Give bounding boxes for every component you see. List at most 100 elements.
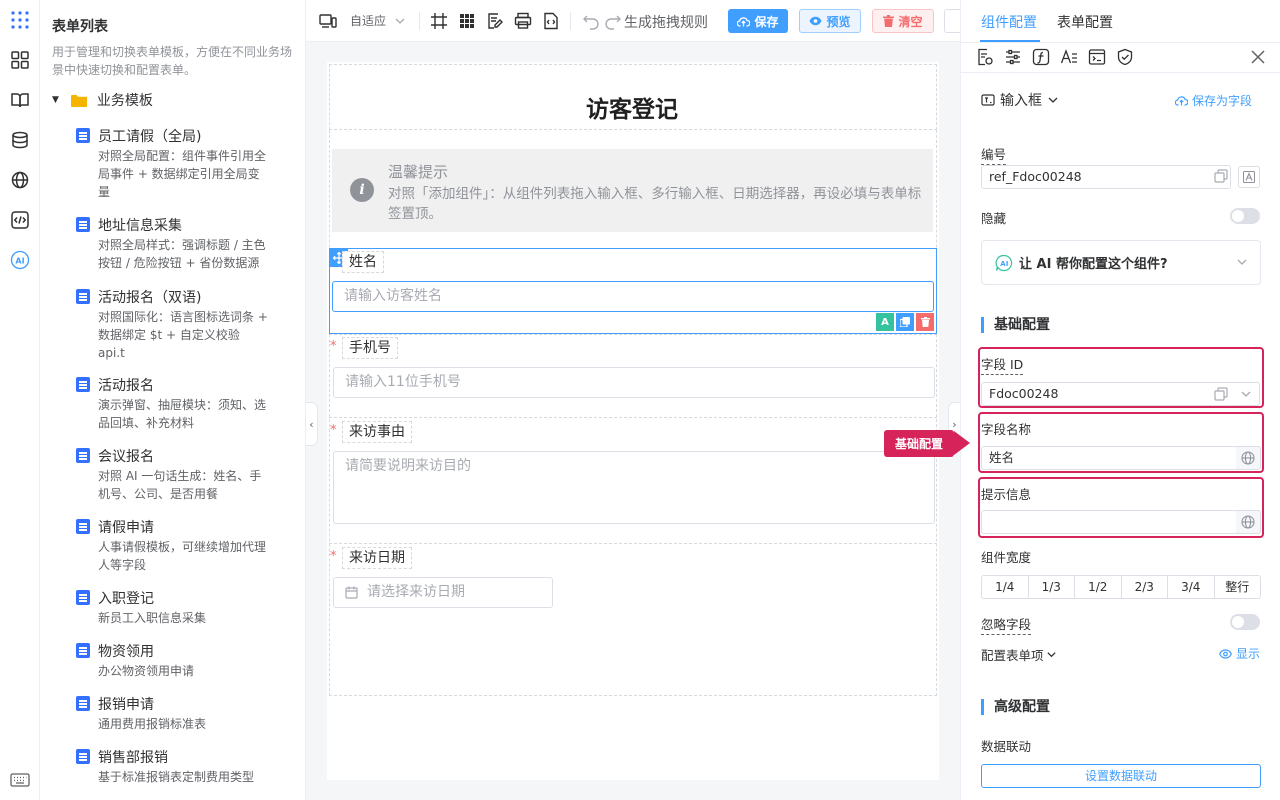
save-button[interactable]: 保存 [728,9,788,33]
reason-textarea[interactable]: 请简要说明来访目的 [333,451,935,524]
ai-action-icon[interactable]: A [876,313,894,331]
redo-icon[interactable] [604,12,622,30]
template-description: 对照国际化：语言图标选词条 + 数据绑定 $t + 自定义校验 api.t [98,310,268,360]
set-linkage-button[interactable]: 设置数据联动 [981,764,1261,788]
visit-date-picker[interactable]: 请选择来访日期 [333,577,553,608]
ai-config-prompt[interactable]: AI 让 AI 帮你配置这个组件? [981,240,1261,285]
field-name-input[interactable]: 姓名 [981,446,1237,470]
shield-icon[interactable] [1116,48,1134,66]
book-icon[interactable] [8,88,32,112]
generate-rule-button[interactable]: 生成拖拽规则 [624,12,708,32]
document-icon [76,289,90,304]
document-icon [76,749,90,764]
globe-icon[interactable] [1236,510,1261,534]
database-icon[interactable] [8,128,32,152]
document-icon [76,590,90,605]
ai-icon: AI [995,254,1013,272]
field-label: 来访事由 [342,421,412,443]
icon-rail: AI [0,0,40,800]
layout-mode-select[interactable]: 自适应 [350,12,406,29]
show-link[interactable]: 显示 [1219,645,1260,662]
copy-icon[interactable] [1214,169,1228,183]
basic-config-heading: 基础配置 [981,317,1050,333]
frame-icon[interactable] [430,12,448,30]
code-doc-icon[interactable] [542,12,560,30]
sliders-icon[interactable] [1004,48,1022,66]
clear-button[interactable]: 清空 [872,9,934,33]
apps-grid-icon[interactable] [8,8,32,32]
folder-label: 业务模板 [96,93,153,109]
width-option[interactable]: 2/3 [1122,576,1168,598]
components-icon[interactable] [8,48,32,72]
field-actions: A [876,313,934,331]
print-icon[interactable] [514,12,532,30]
form-item-config[interactable]: 配置表单项 [981,645,1057,664]
caret-down-icon: ▼ [52,95,59,105]
chevron-down-icon[interactable] [1240,388,1252,400]
hidden-toggle[interactable] [1230,208,1260,224]
form-canvas[interactable]: 访客登记 i 温馨提示 对照「添加组件」：从组件列表拖入输入框、多行输入框、日期… [327,62,939,780]
width-option[interactable]: 3/4 [1168,576,1215,598]
globe-icon[interactable] [1236,446,1261,470]
basic-config-callout: 基础配置 [884,430,970,457]
props-doc-icon[interactable] [976,48,994,66]
globe-icon[interactable] [8,168,32,192]
form-designer: 自适应 生成拖拽规则 保存 预览 清空 访客登记 i 温馨提示 对照「添加组件」… [306,0,960,800]
edit-doc-icon[interactable] [486,12,504,30]
tab-form-config[interactable]: 表单配置 [1057,12,1113,32]
calendar-icon [345,586,358,599]
selected-field-name[interactable]: 姓名 请输入访客姓名 A [329,248,937,334]
save-label: 保存 [754,14,779,29]
tab-component-config[interactable]: 组件配置 [981,12,1037,32]
close-icon[interactable] [1249,48,1267,66]
ignore-toggle[interactable] [1230,614,1260,630]
grid-icon[interactable] [458,12,476,30]
tip-alert[interactable]: i 温馨提示 对照「添加组件」：从组件列表拖入输入框、多行输入框、日期选择器，再… [332,149,933,232]
save-as-field-button[interactable]: 保存为字段 [1175,92,1252,109]
chevron-down-icon [1236,256,1248,268]
template-description: 办公物资领用申请 [98,664,195,678]
required-mark: * [330,339,337,354]
width-option[interactable]: 1/4 [982,576,1029,598]
chevron-down-icon [1046,649,1057,660]
template-name: 销售部报销 [98,750,168,766]
width-option[interactable]: 1/3 [1029,576,1075,598]
undo-icon[interactable] [582,12,600,30]
cloud-upload-icon [1175,95,1188,106]
folder-icon [70,94,87,107]
device-icon[interactable] [319,12,337,30]
width-label: 组件宽度 [981,550,1032,565]
template-name: 地址信息采集 [98,218,182,234]
more-button[interactable] [944,9,960,33]
document-icon [76,519,90,534]
copy-icon[interactable] [1214,387,1228,401]
font-icon[interactable] [1238,166,1260,188]
cloud-icon [737,16,751,27]
script-icon[interactable] [1088,48,1106,66]
template-description: 新员工入职信息采集 [98,611,207,625]
template-name: 员工请假（全局) [98,129,202,145]
field-id-label: 字段 ID [981,354,1024,375]
text-style-icon[interactable] [1060,48,1078,66]
code-icon[interactable] [8,208,32,232]
hint-input[interactable] [981,510,1237,534]
collapse-left-button[interactable]: ‹ [306,402,318,446]
function-icon[interactable] [1032,48,1050,66]
preview-button[interactable]: 预览 [799,9,861,33]
folder-business-templates[interactable]: ▼ 业务模板 [52,90,153,110]
visitor-name-input[interactable]: 请输入访客姓名 [332,281,934,312]
phone-input[interactable]: 请输入11位手机号 [333,367,935,398]
ai-icon[interactable]: AI [8,248,32,272]
save-as-field-label: 保存为字段 [1192,94,1253,108]
template-name: 活动报名（双语) [98,290,202,306]
eye-icon [809,16,822,26]
width-option[interactable]: 1/2 [1075,576,1122,598]
keyboard-icon[interactable] [8,768,32,792]
copy-action-icon[interactable] [896,313,914,331]
ref-input[interactable]: ref_Fdoc00248 [981,165,1231,189]
width-option[interactable]: 整行 [1215,576,1261,598]
document-icon [76,448,90,463]
delete-action-icon[interactable] [916,313,934,331]
component-type-select[interactable]: 输入框 [981,90,1059,110]
required-mark: * [330,549,337,564]
